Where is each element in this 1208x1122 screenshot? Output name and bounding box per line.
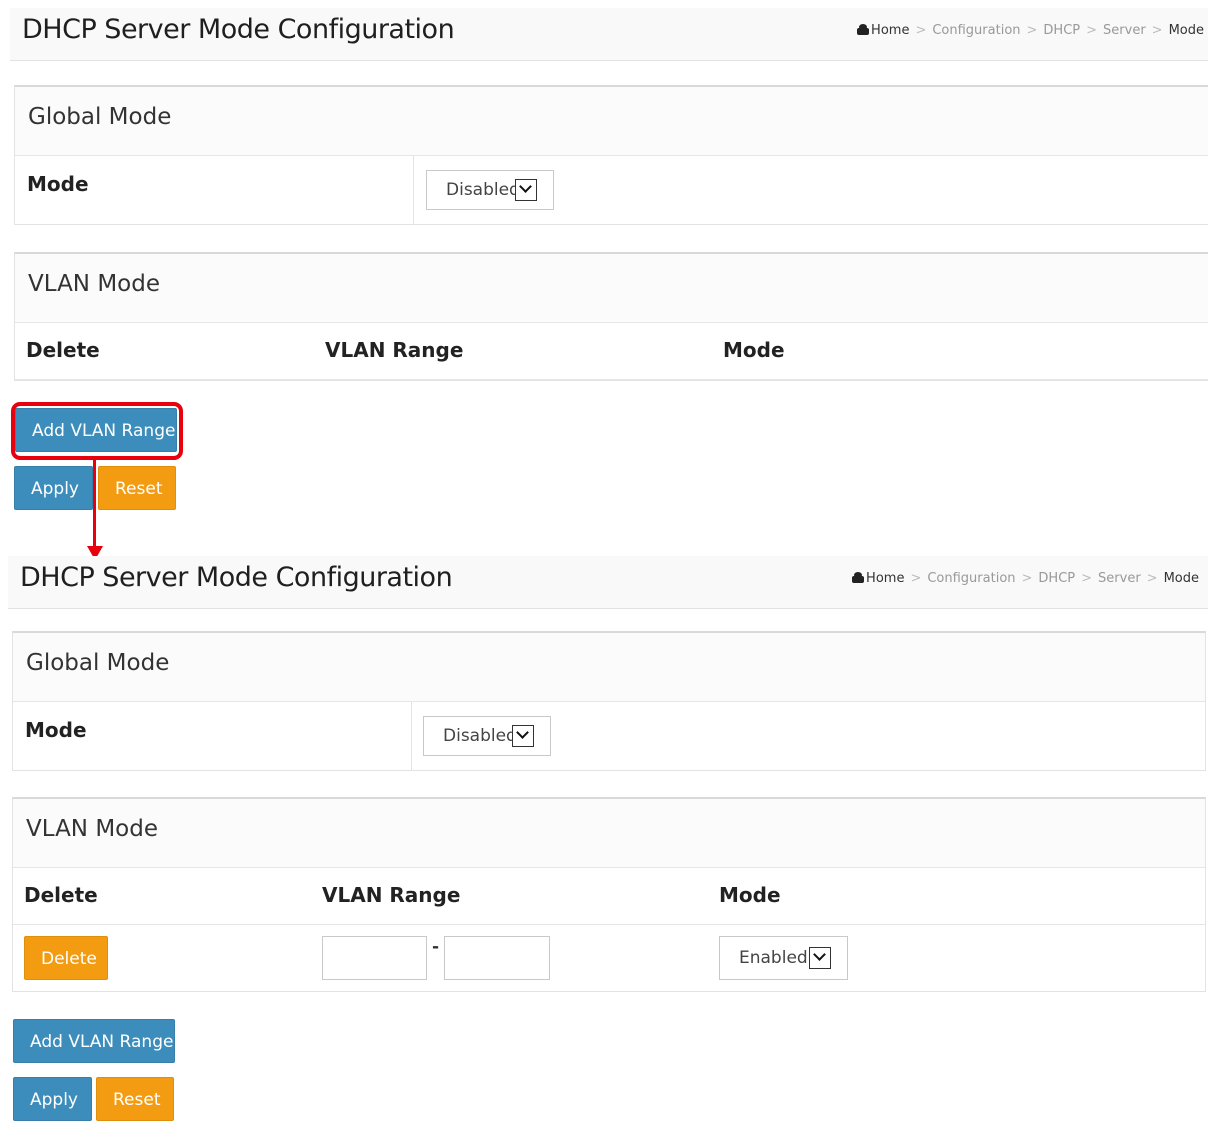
- breadcrumb-separator: >: [915, 23, 927, 38]
- breadcrumb-separator: >: [1151, 23, 1163, 38]
- highlight-box: [11, 402, 183, 460]
- breadcrumb-dhcp[interactable]: DHCP: [1043, 23, 1080, 38]
- reset-button[interactable]: Reset: [98, 466, 176, 510]
- breadcrumb-configuration[interactable]: Configuration: [927, 571, 1015, 586]
- vlan-mode-select[interactable]: Enabled: [719, 936, 848, 980]
- vlan-range-end-input[interactable]: [444, 936, 550, 980]
- vlan-range-start-input[interactable]: [322, 936, 427, 980]
- column-delete: Delete: [26, 338, 100, 362]
- vlan-table-header: Delete VLAN Range Mode: [15, 323, 1208, 380]
- breadcrumb-dhcp[interactable]: DHCP: [1038, 571, 1075, 586]
- vlan-mode-panel: VLAN Mode Delete VLAN Range Mode: [14, 252, 1208, 381]
- global-mode-panel: Global Mode Mode Disabled: [14, 85, 1208, 225]
- page-header: DHCP Server Mode Configuration Home > Conf…: [8, 556, 1208, 609]
- global-mode-heading: Global Mode: [13, 633, 1205, 702]
- arrow-line: [93, 456, 96, 548]
- mode-label: Mode: [27, 172, 89, 196]
- breadcrumb-server[interactable]: Server: [1103, 23, 1146, 38]
- column-divider: [411, 702, 412, 770]
- dashboard-icon: [852, 572, 865, 583]
- column-mode: Mode: [723, 338, 785, 362]
- apply-button[interactable]: Apply: [13, 1077, 92, 1121]
- column-mode: Mode: [719, 883, 781, 907]
- breadcrumb-server[interactable]: Server: [1098, 571, 1141, 586]
- mode-label: Mode: [25, 718, 87, 742]
- page-title: DHCP Server Mode Configuration: [22, 14, 455, 45]
- screen-after: DHCP Server Mode Configuration Home > Conf…: [0, 556, 1208, 1121]
- chevron-down-icon: [809, 947, 831, 969]
- column-divider: [413, 156, 414, 224]
- column-vlan-range: VLAN Range: [325, 338, 464, 362]
- vlan-table-header: Delete VLAN Range Mode: [13, 868, 1205, 925]
- column-delete: Delete: [24, 883, 98, 907]
- column-vlan-range: VLAN Range: [322, 883, 461, 907]
- global-mode-row: Mode Disabled: [15, 156, 1208, 224]
- breadcrumb-separator: >: [1021, 571, 1033, 586]
- breadcrumb-separator: >: [1086, 23, 1098, 38]
- global-mode-select[interactable]: Disabled: [423, 716, 551, 756]
- breadcrumb-separator: >: [910, 571, 922, 586]
- breadcrumb: Home > Configuration > DHCP > Server > Mode: [852, 571, 1199, 586]
- breadcrumb-configuration[interactable]: Configuration: [932, 23, 1020, 38]
- chevron-down-icon: [515, 179, 537, 201]
- vlan-mode-heading: VLAN Mode: [13, 799, 1205, 868]
- breadcrumb-separator: >: [1026, 23, 1038, 38]
- breadcrumb-current: Mode: [1163, 571, 1199, 586]
- page-title: DHCP Server Mode Configuration: [20, 562, 453, 593]
- range-separator: -: [432, 937, 440, 957]
- breadcrumb-home[interactable]: Home: [871, 23, 909, 38]
- dashboard-icon: [857, 24, 870, 35]
- delete-row-button[interactable]: Delete: [24, 936, 108, 980]
- vlan-mode-panel: VLAN Mode Delete VLAN Range Mode Delete …: [12, 797, 1206, 992]
- reset-button[interactable]: Reset: [96, 1077, 174, 1121]
- breadcrumb-separator: >: [1146, 571, 1158, 586]
- vlan-mode-value: Enabled: [739, 948, 808, 968]
- global-mode-panel: Global Mode Mode Disabled: [12, 631, 1206, 771]
- vlan-mode-heading: VLAN Mode: [15, 254, 1208, 323]
- vlan-table-row: Delete - Enabled: [13, 925, 1205, 991]
- global-mode-value: Disabled: [446, 180, 520, 200]
- add-vlan-range-button[interactable]: Add VLAN Range: [13, 1019, 175, 1063]
- global-mode-value: Disabled: [443, 726, 517, 746]
- chevron-down-icon: [512, 725, 534, 747]
- global-mode-heading: Global Mode: [15, 87, 1208, 156]
- apply-button[interactable]: Apply: [14, 466, 93, 510]
- breadcrumb-separator: >: [1081, 571, 1093, 586]
- page-header: DHCP Server Mode Configuration Home > Conf…: [10, 8, 1208, 61]
- breadcrumb-home[interactable]: Home: [866, 571, 904, 586]
- breadcrumb: Home > Configuration > DHCP > Server > Mode: [857, 23, 1204, 38]
- global-mode-row: Mode Disabled: [13, 702, 1205, 770]
- global-mode-select[interactable]: Disabled: [426, 170, 554, 210]
- breadcrumb-current: Mode: [1168, 23, 1204, 38]
